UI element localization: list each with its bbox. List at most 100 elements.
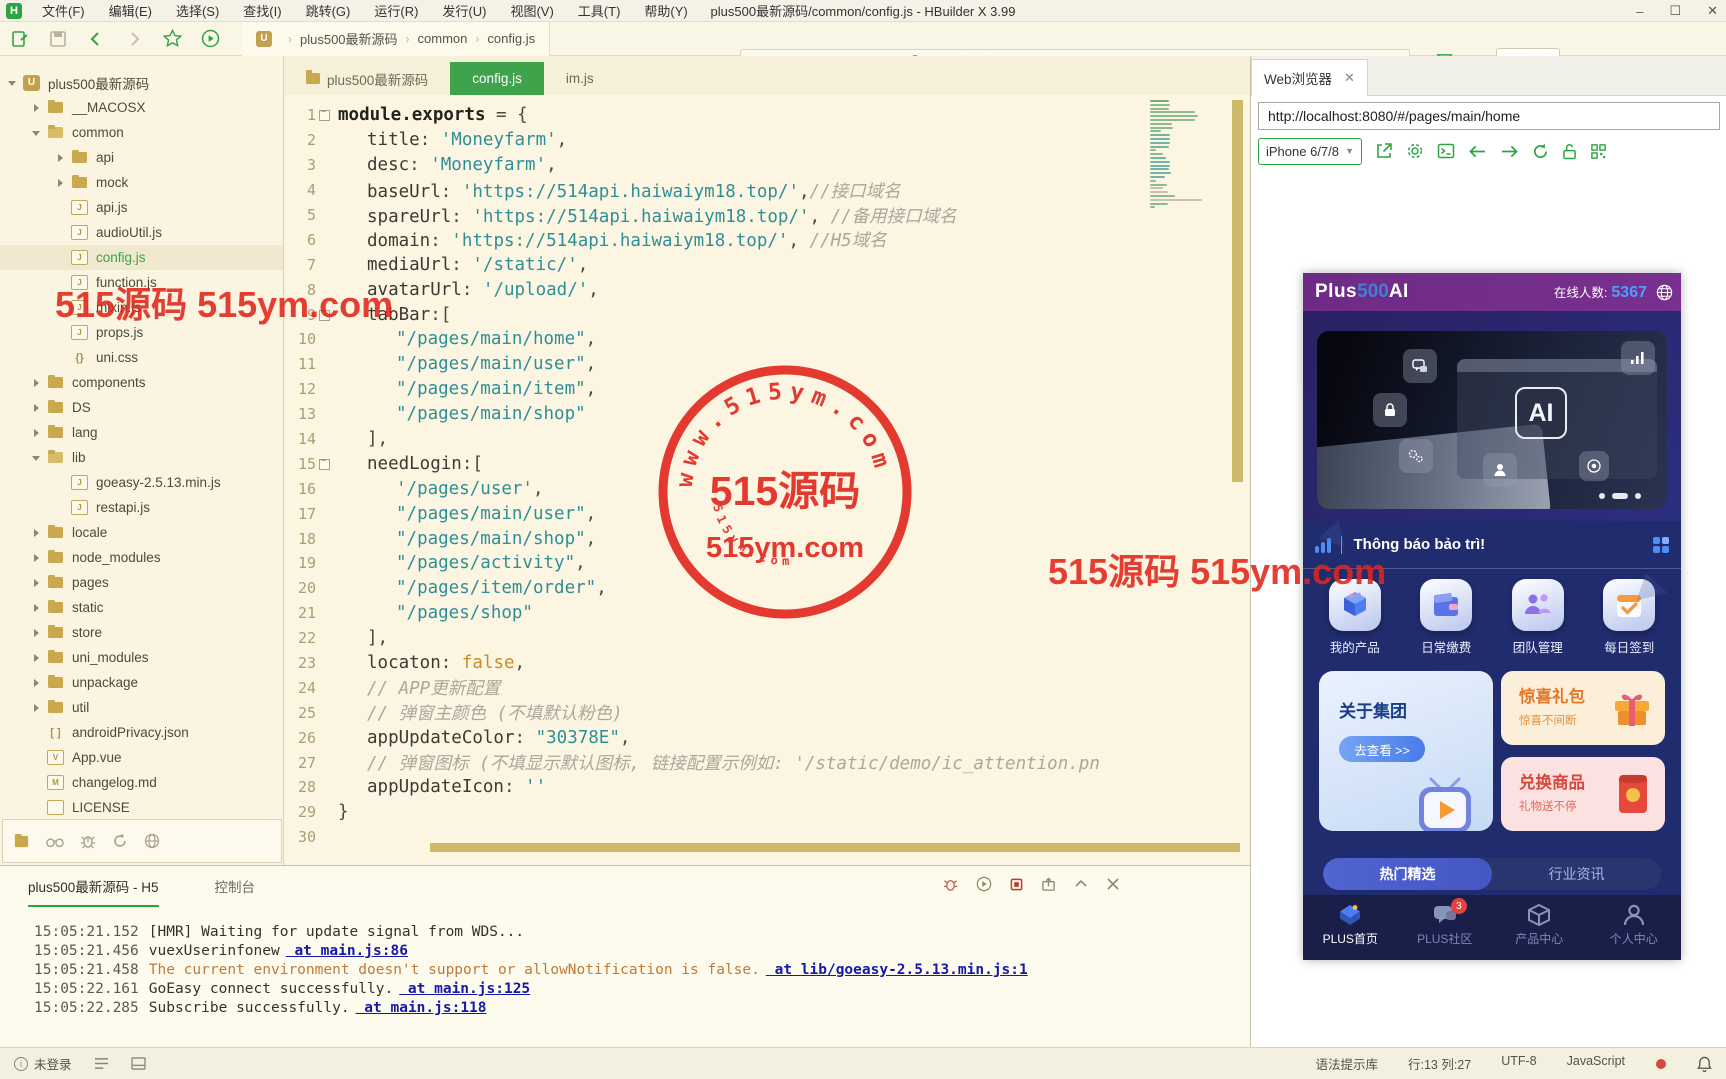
tree-item-mock[interactable]: mock	[0, 170, 283, 195]
close-button[interactable]: ✕	[1707, 3, 1718, 19]
tree-item-util[interactable]: util	[0, 695, 283, 720]
export-log-icon[interactable]	[1041, 877, 1056, 892]
tree-item-lang[interactable]: lang	[0, 420, 283, 445]
console-source-link[interactable]: at main.js:86	[286, 943, 408, 959]
menu-帮助(Y)[interactable]: 帮助(Y)	[632, 1, 699, 20]
menu-发行(U)[interactable]: 发行(U)	[430, 1, 498, 20]
menu-选择(S)[interactable]: 选择(S)	[164, 1, 231, 20]
tree-item-store[interactable]: store	[0, 620, 283, 645]
console-run-icon[interactable]	[976, 876, 992, 892]
address-bar[interactable]: http://localhost:8080/#/pages/main/home	[1258, 102, 1720, 130]
tree-item-pages[interactable]: pages	[0, 570, 283, 595]
quick-menu-日常缴费[interactable]: 日常缴费	[1408, 579, 1484, 663]
reload-icon[interactable]	[1532, 143, 1549, 160]
settings-gear-icon[interactable]	[1406, 142, 1424, 160]
login-status[interactable]: i 未登录	[14, 1054, 72, 1073]
nav-back-icon[interactable]	[1468, 144, 1487, 159]
breadcrumb-item[interactable]: common	[418, 31, 468, 46]
tree-item-static[interactable]: static	[0, 595, 283, 620]
console-source-link[interactable]: at lib/goeasy-2.5.13.min.js:1	[766, 962, 1028, 978]
tree-item-config.js[interactable]: Jconfig.js	[0, 245, 283, 270]
tree-item-goeasy-2.5.13.min.js[interactable]: Jgoeasy-2.5.13.min.js	[0, 470, 283, 495]
menu-视图(V)[interactable]: 视图(V)	[498, 1, 565, 20]
exchange-goods-card[interactable]: 兑换商品 礼物送不停	[1501, 757, 1665, 831]
nav-PLUS社区[interactable]: PLUS社区3	[1405, 903, 1485, 960]
breadcrumb[interactable]: U › plus500最新源码›common›config.js	[242, 22, 550, 56]
console-tab-plus500最新源码 - H5[interactable]: plus500最新源码 - H5	[28, 876, 159, 907]
notice-bar[interactable]: Thông báo bảo trì!	[1303, 521, 1681, 569]
binoculars-icon[interactable]	[46, 833, 64, 849]
editor-tab-im.js[interactable]: im.js	[544, 62, 616, 95]
vertical-scrollbar[interactable]	[1232, 100, 1243, 482]
tree-item-lib[interactable]: lib	[0, 445, 283, 470]
run-icon[interactable]	[200, 29, 220, 49]
menu-跳转(G)[interactable]: 跳转(G)	[294, 1, 363, 20]
menu-编辑(E)[interactable]: 编辑(E)	[97, 1, 164, 20]
tree-item-node_modules[interactable]: node_modules	[0, 545, 283, 570]
tree-item-mixin.js[interactable]: Jmixin.js	[0, 295, 283, 320]
menu-工具(T)[interactable]: 工具(T)	[566, 1, 633, 20]
nav-个人中心[interactable]: 个人中心	[1594, 903, 1674, 960]
tree-item-api.js[interactable]: Japi.js	[0, 195, 283, 220]
banner-pagination-dots[interactable]	[1599, 493, 1641, 499]
quick-menu-团队管理[interactable]: 团队管理	[1500, 579, 1576, 663]
bell-icon[interactable]	[1697, 1056, 1712, 1072]
statusbar-行:13 列:27[interactable]: 行:13 列:27	[1408, 1054, 1471, 1073]
statusbar-语法提示库[interactable]: 语法提示库	[1315, 1054, 1378, 1073]
clear-log-icon[interactable]	[1106, 877, 1120, 891]
language-globe-icon[interactable]	[1656, 284, 1673, 301]
tab-close-icon[interactable]: ✕	[1344, 70, 1355, 86]
open-external-icon[interactable]	[1375, 142, 1393, 160]
list-icon[interactable]	[94, 1057, 109, 1070]
forward-icon[interactable]	[124, 29, 144, 49]
qr-code-icon[interactable]	[1590, 143, 1607, 160]
favorite-star-icon[interactable]	[162, 29, 182, 49]
content-tab-行业资讯[interactable]: 行业资讯	[1492, 858, 1661, 890]
banner-image[interactable]: AI	[1317, 331, 1667, 509]
maximize-button[interactable]: ☐	[1669, 3, 1681, 19]
console-source-link[interactable]: at main.js:125	[399, 981, 530, 997]
tree-item-api[interactable]: api	[0, 145, 283, 170]
tree-item-common[interactable]: common	[0, 120, 283, 145]
menu-文件(F)[interactable]: 文件(F)	[30, 1, 97, 20]
browser-tab[interactable]: Web浏览器 ✕	[1251, 59, 1368, 96]
editor-tab-plus500最新源码[interactable]: plus500最新源码	[284, 62, 450, 95]
breadcrumb-item[interactable]: config.js	[487, 31, 535, 46]
save-icon[interactable]	[48, 29, 68, 49]
tree-item-locale[interactable]: locale	[0, 520, 283, 545]
tree-item-LICENSE[interactable]: LICENSE	[0, 795, 283, 820]
minimap[interactable]	[1150, 100, 1232, 270]
tree-item-androidPrivacy.json[interactable]: [ ]androidPrivacy.json	[0, 720, 283, 745]
tree-item-App.vue[interactable]: VApp.vue	[0, 745, 283, 770]
tree-item-props.js[interactable]: Jprops.js	[0, 320, 283, 345]
debug-bug-icon[interactable]	[943, 877, 958, 892]
tree-item-audioUtil.js[interactable]: JaudioUtil.js	[0, 220, 283, 245]
code-lines[interactable]: 1module.exports = {2title: 'Moneyfarm',3…	[284, 95, 1250, 855]
panel-layout-icon[interactable]	[131, 1057, 146, 1070]
minimize-button[interactable]: –	[1636, 4, 1643, 19]
nav-产品中心[interactable]: 产品中心	[1499, 903, 1579, 960]
unlock-icon[interactable]	[1562, 143, 1577, 160]
statusbar-UTF-8[interactable]: UTF-8	[1501, 1054, 1536, 1073]
nav-PLUS首页[interactable]: PLUS首页	[1310, 903, 1390, 960]
console-tab-控制台[interactable]: 控制台	[215, 876, 256, 907]
go-view-button[interactable]: 去查看 >>	[1339, 736, 1425, 762]
more-apps-icon[interactable]	[1653, 537, 1669, 553]
tree-item-DS[interactable]: DS	[0, 395, 283, 420]
tree-item-restapi.js[interactable]: Jrestapi.js	[0, 495, 283, 520]
bug-icon[interactable]	[80, 833, 96, 849]
editor-tab-config.js[interactable]: config.js	[450, 62, 544, 95]
tree-item-__MACOSX[interactable]: __MACOSX	[0, 95, 283, 120]
quick-menu-我的产品[interactable]: 我的产品	[1317, 579, 1393, 663]
about-group-card[interactable]: 关于集团 去查看 >>	[1319, 671, 1493, 831]
menu-查找(I)[interactable]: 查找(I)	[231, 1, 293, 20]
collapse-panel-icon[interactable]	[1074, 877, 1088, 891]
device-selector[interactable]: iPhone 6/7/8▼	[1258, 138, 1362, 165]
breadcrumb-item[interactable]: plus500最新源码	[300, 29, 398, 48]
globe-icon[interactable]	[144, 833, 160, 849]
nav-forward-icon[interactable]	[1500, 144, 1519, 159]
tree-item-plus500最新源码[interactable]: Uplus500最新源码	[0, 70, 283, 95]
tree-item-uni.css[interactable]: {}uni.css	[0, 345, 283, 370]
gift-pack-card[interactable]: 惊喜礼包 惊喜不间断	[1501, 671, 1665, 745]
tree-item-uni_modules[interactable]: uni_modules	[0, 645, 283, 670]
